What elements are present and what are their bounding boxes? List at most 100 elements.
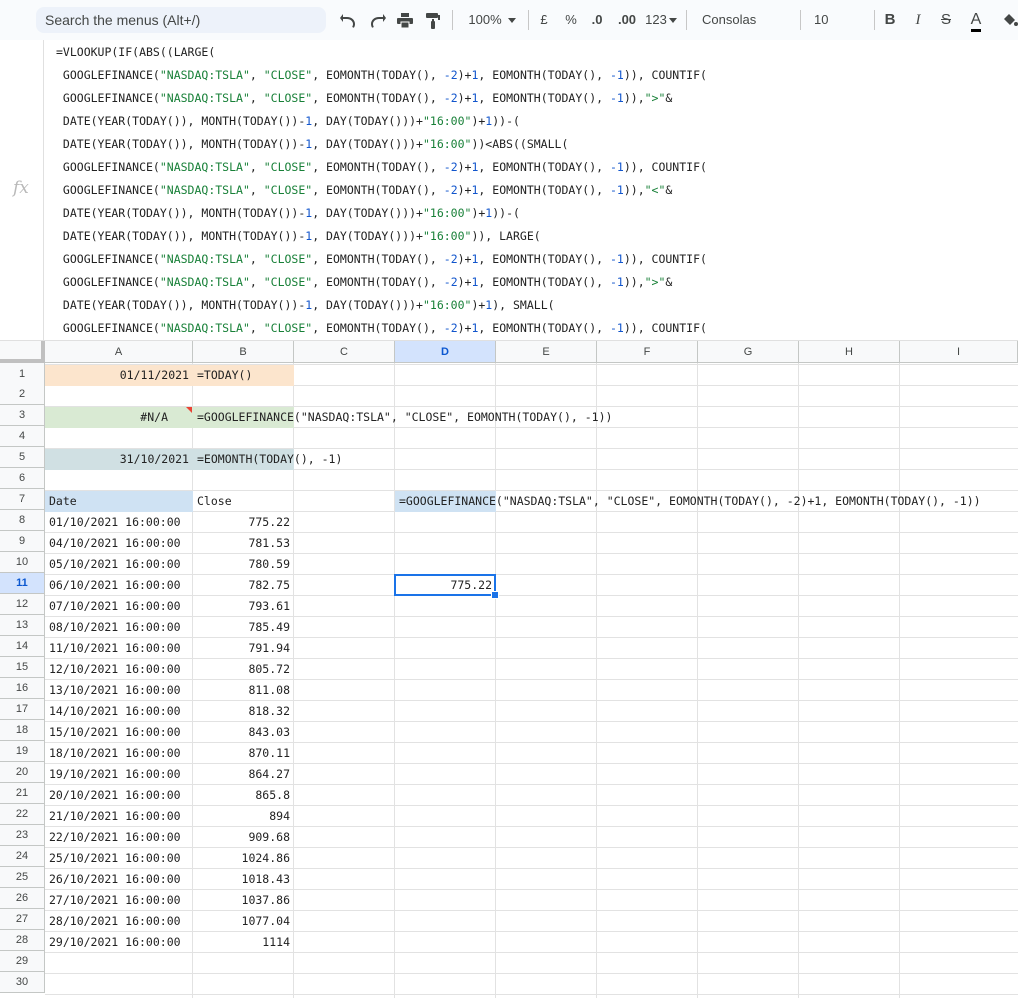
font-size-select[interactable]: 10 bbox=[808, 7, 868, 50]
row-header-3[interactable]: 3 bbox=[0, 405, 45, 426]
cell-B1[interactable]: =TODAY() bbox=[193, 365, 294, 386]
row-header-29[interactable]: 29 bbox=[0, 951, 45, 972]
cell-A1[interactable]: 01/11/2021 bbox=[45, 365, 193, 386]
row-header-12[interactable]: 12 bbox=[0, 594, 45, 615]
row-header-21[interactable]: 21 bbox=[0, 783, 45, 804]
strikethrough-button[interactable]: S bbox=[937, 7, 955, 33]
cell-B3[interactable]: =GOOGLEFINANCE("NASDAQ:TSLA", "CLOSE", E… bbox=[193, 407, 612, 428]
currency-format-button[interactable]: £ bbox=[536, 7, 552, 33]
table-row-date[interactable]: 06/10/2021 16:00:00 bbox=[45, 575, 193, 596]
percent-format-button[interactable]: % bbox=[563, 7, 579, 33]
table-row-date[interactable]: 04/10/2021 16:00:00 bbox=[45, 533, 193, 554]
table-row-date[interactable]: 13/10/2021 16:00:00 bbox=[45, 680, 193, 701]
cell-B5[interactable]: =EOMONTH(TODAY(), -1) bbox=[193, 449, 342, 470]
table-row-close[interactable]: 793.61 bbox=[193, 596, 294, 617]
table-row-close[interactable]: 1024.86 bbox=[193, 848, 294, 869]
cell-D7[interactable]: =GOOGLEFINANCE("NASDAQ:TSLA", "CLOSE", E… bbox=[395, 491, 981, 512]
column-header-I[interactable]: I bbox=[900, 341, 1018, 363]
row-header-13[interactable]: 13 bbox=[0, 615, 45, 636]
table-row-close[interactable]: 909.68 bbox=[193, 827, 294, 848]
row-header-17[interactable]: 17 bbox=[0, 699, 45, 720]
column-header-D[interactable]: D bbox=[395, 341, 496, 363]
zoom-select[interactable]: 100% bbox=[462, 7, 522, 33]
table-row-date[interactable]: 27/10/2021 16:00:00 bbox=[45, 890, 193, 911]
row-header-30[interactable]: 30 bbox=[0, 972, 45, 993]
cell-A7[interactable]: Date bbox=[45, 491, 193, 512]
table-row-close[interactable]: 818.32 bbox=[193, 701, 294, 722]
cell-A5[interactable]: 31/10/2021 bbox=[45, 449, 193, 470]
column-header-H[interactable]: H bbox=[799, 341, 900, 363]
table-row-date[interactable]: 15/10/2021 16:00:00 bbox=[45, 722, 193, 743]
row-header-8[interactable]: 8 bbox=[0, 510, 45, 531]
table-row-date[interactable]: 01/10/2021 16:00:00 bbox=[45, 512, 193, 533]
row-header-22[interactable]: 22 bbox=[0, 804, 45, 825]
font-family-select[interactable]: Consolas bbox=[696, 7, 792, 50]
column-header-A[interactable]: A bbox=[45, 341, 193, 363]
table-row-close[interactable]: 811.08 bbox=[193, 680, 294, 701]
fill-handle[interactable] bbox=[491, 591, 499, 599]
table-row-date[interactable]: 07/10/2021 16:00:00 bbox=[45, 596, 193, 617]
menu-search-input[interactable]: Search the menus (Alt+/) bbox=[36, 7, 326, 33]
table-row-date[interactable]: 19/10/2021 16:00:00 bbox=[45, 764, 193, 785]
cell-B7[interactable]: Close bbox=[193, 491, 294, 512]
row-header-23[interactable]: 23 bbox=[0, 825, 45, 846]
row-header-2[interactable]: 2 bbox=[0, 384, 45, 405]
row-header-18[interactable]: 18 bbox=[0, 720, 45, 741]
table-row-date[interactable]: 26/10/2021 16:00:00 bbox=[45, 869, 193, 890]
column-header-E[interactable]: E bbox=[496, 341, 597, 363]
table-row-close[interactable]: 805.72 bbox=[193, 659, 294, 680]
table-row-date[interactable]: 12/10/2021 16:00:00 bbox=[45, 659, 193, 680]
table-row-close[interactable]: 780.59 bbox=[193, 554, 294, 575]
table-row-close[interactable]: 781.53 bbox=[193, 533, 294, 554]
row-header-1[interactable]: 1 bbox=[0, 363, 45, 386]
table-row-date[interactable]: 05/10/2021 16:00:00 bbox=[45, 554, 193, 575]
row-header-11[interactable]: 11 bbox=[0, 573, 45, 594]
table-row-date[interactable]: 22/10/2021 16:00:00 bbox=[45, 827, 193, 848]
bold-button[interactable]: B bbox=[881, 7, 899, 33]
row-header-9[interactable]: 9 bbox=[0, 531, 45, 552]
paint-format-icon[interactable] bbox=[422, 7, 444, 33]
table-row-date[interactable]: 18/10/2021 16:00:00 bbox=[45, 743, 193, 764]
row-header-10[interactable]: 10 bbox=[0, 552, 45, 573]
table-row-date[interactable]: 08/10/2021 16:00:00 bbox=[45, 617, 193, 638]
table-row-close[interactable]: 782.75 bbox=[193, 575, 294, 596]
table-row-close[interactable]: 870.11 bbox=[193, 743, 294, 764]
table-row-close[interactable]: 785.49 bbox=[193, 617, 294, 638]
table-row-date[interactable]: 25/10/2021 16:00:00 bbox=[45, 848, 193, 869]
table-row-date[interactable]: 21/10/2021 16:00:00 bbox=[45, 806, 193, 827]
column-header-C[interactable]: C bbox=[294, 341, 395, 363]
column-header-G[interactable]: G bbox=[698, 341, 799, 363]
row-header-24[interactable]: 24 bbox=[0, 846, 45, 867]
undo-icon[interactable] bbox=[338, 7, 360, 33]
select-all-corner[interactable] bbox=[0, 341, 45, 363]
row-header-20[interactable]: 20 bbox=[0, 762, 45, 783]
increase-decimal-button[interactable]: .00 bbox=[614, 7, 640, 33]
row-header-4[interactable]: 4 bbox=[0, 426, 45, 447]
row-header-16[interactable]: 16 bbox=[0, 678, 45, 699]
table-row-date[interactable]: 20/10/2021 16:00:00 bbox=[45, 785, 193, 806]
table-row-close[interactable]: 864.27 bbox=[193, 764, 294, 785]
redo-icon[interactable] bbox=[366, 7, 388, 33]
table-row-close[interactable]: 843.03 bbox=[193, 722, 294, 743]
table-row-date[interactable]: 29/10/2021 16:00:00 bbox=[45, 932, 193, 953]
cell-A3[interactable]: #N/A bbox=[45, 407, 193, 428]
formula-bar-input[interactable]: =VLOOKUP(IF(ABS((LARGE( GOOGLEFINANCE("N… bbox=[56, 41, 707, 340]
table-row-close[interactable]: 775.22 bbox=[193, 512, 294, 533]
row-header-27[interactable]: 27 bbox=[0, 909, 45, 930]
row-header-7[interactable]: 7 bbox=[0, 489, 45, 510]
table-row-close[interactable]: 1037.86 bbox=[193, 890, 294, 911]
print-icon[interactable] bbox=[394, 7, 416, 33]
row-header-25[interactable]: 25 bbox=[0, 867, 45, 888]
table-row-date[interactable]: 14/10/2021 16:00:00 bbox=[45, 701, 193, 722]
row-header-15[interactable]: 15 bbox=[0, 657, 45, 678]
italic-button[interactable]: I bbox=[909, 7, 927, 33]
table-row-close[interactable]: 1018.43 bbox=[193, 869, 294, 890]
column-header-B[interactable]: B bbox=[193, 341, 294, 363]
column-header-F[interactable]: F bbox=[597, 341, 698, 363]
row-header-28[interactable]: 28 bbox=[0, 930, 45, 951]
table-row-close[interactable]: 1114 bbox=[193, 932, 294, 953]
table-row-close[interactable]: 865.8 bbox=[193, 785, 294, 806]
row-header-19[interactable]: 19 bbox=[0, 741, 45, 762]
table-row-close[interactable]: 894 bbox=[193, 806, 294, 827]
table-row-close[interactable]: 791.94 bbox=[193, 638, 294, 659]
